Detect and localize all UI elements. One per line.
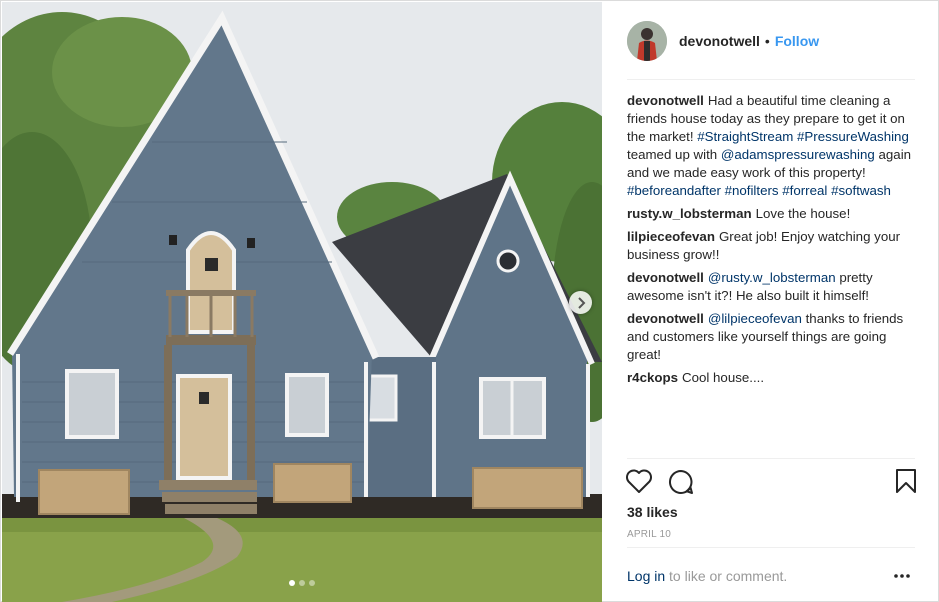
comment-link[interactable]: #PressureWashing bbox=[797, 129, 909, 144]
post-header: devonotwell • Follow bbox=[627, 20, 915, 62]
carousel-dot bbox=[309, 580, 315, 586]
comment-username[interactable]: r4ckops bbox=[627, 370, 678, 385]
more-options-button[interactable] bbox=[893, 568, 911, 587]
login-link[interactable]: Log in bbox=[627, 568, 665, 584]
post-sidebar: devonotwell • Follow devonotwell Had a be… bbox=[603, 2, 938, 602]
house-photo-image bbox=[2, 2, 602, 602]
comment-list: devonotwell Had a beautiful time cleaning… bbox=[627, 92, 917, 392]
follow-button[interactable]: Follow bbox=[775, 33, 819, 49]
comment-link[interactable]: @adamspressurewashing bbox=[721, 147, 875, 162]
carousel-dot-active bbox=[289, 580, 295, 586]
divider bbox=[627, 79, 915, 80]
instagram-post: devonotwell • Follow devonotwell Had a be… bbox=[0, 0, 939, 602]
divider bbox=[627, 547, 915, 548]
login-prompt: Log in to like or comment. bbox=[627, 568, 915, 584]
post-author-username[interactable]: devonotwell bbox=[679, 33, 760, 49]
comment-username[interactable]: lilpieceofevan bbox=[627, 229, 715, 244]
bookmark-icon bbox=[896, 469, 916, 493]
post-photo[interactable] bbox=[2, 2, 602, 602]
comment-item: r4ckops Cool house.... bbox=[627, 369, 917, 387]
comment-item: lilpieceofevan Great job! Enjoy watching … bbox=[627, 228, 917, 264]
comment-username[interactable]: devonotwell bbox=[627, 270, 704, 285]
comment-username[interactable]: devonotwell bbox=[627, 93, 704, 108]
comment-username[interactable]: rusty.w_lobsterman bbox=[627, 206, 752, 221]
comment-bubble-icon bbox=[669, 469, 693, 494]
comment-text: Love the house! bbox=[755, 206, 851, 221]
comment-item: devonotwell @rusty.w_lobsterman pretty aw… bbox=[627, 269, 917, 305]
comment-item: devonotwell @lilpieceofevan thanks to fri… bbox=[627, 310, 917, 364]
carousel-indicator bbox=[2, 580, 602, 586]
comment-link[interactable]: #beforeandafter bbox=[627, 183, 721, 198]
comment-item: rusty.w_lobsterman Love the house! bbox=[627, 205, 917, 223]
next-image-button[interactable] bbox=[569, 291, 592, 314]
header-separator: • bbox=[764, 33, 770, 49]
comment-link[interactable]: @rusty.w_lobsterman bbox=[708, 270, 836, 285]
comment-text: Cool house.... bbox=[682, 370, 765, 385]
comment-button[interactable] bbox=[667, 468, 695, 499]
login-prompt-text: to like or comment. bbox=[665, 568, 788, 584]
avatar-image bbox=[627, 21, 667, 61]
post-date: APRIL 10 bbox=[627, 529, 672, 540]
like-count[interactable]: 38 likes bbox=[627, 504, 678, 520]
like-button[interactable] bbox=[625, 468, 653, 497]
divider bbox=[627, 458, 915, 459]
avatar[interactable] bbox=[627, 21, 667, 61]
heart-icon bbox=[626, 469, 652, 493]
comment-link[interactable]: #nofilters bbox=[725, 183, 779, 198]
comment-link[interactable]: #softwash bbox=[831, 183, 891, 198]
comment-username[interactable]: devonotwell bbox=[627, 311, 704, 326]
comment-link[interactable]: #forreal bbox=[782, 183, 827, 198]
comment-text: teamed up with bbox=[627, 147, 721, 162]
save-button[interactable] bbox=[895, 468, 917, 497]
comment-link[interactable]: @lilpieceofevan bbox=[708, 311, 802, 326]
carousel-dot bbox=[299, 580, 305, 586]
comment-link[interactable]: #StraightStream bbox=[697, 129, 793, 144]
comment-item: devonotwell Had a beautiful time cleaning… bbox=[627, 92, 917, 200]
chevron-right-icon bbox=[577, 296, 585, 309]
more-options-icon bbox=[894, 574, 910, 578]
action-bar bbox=[625, 468, 917, 496]
